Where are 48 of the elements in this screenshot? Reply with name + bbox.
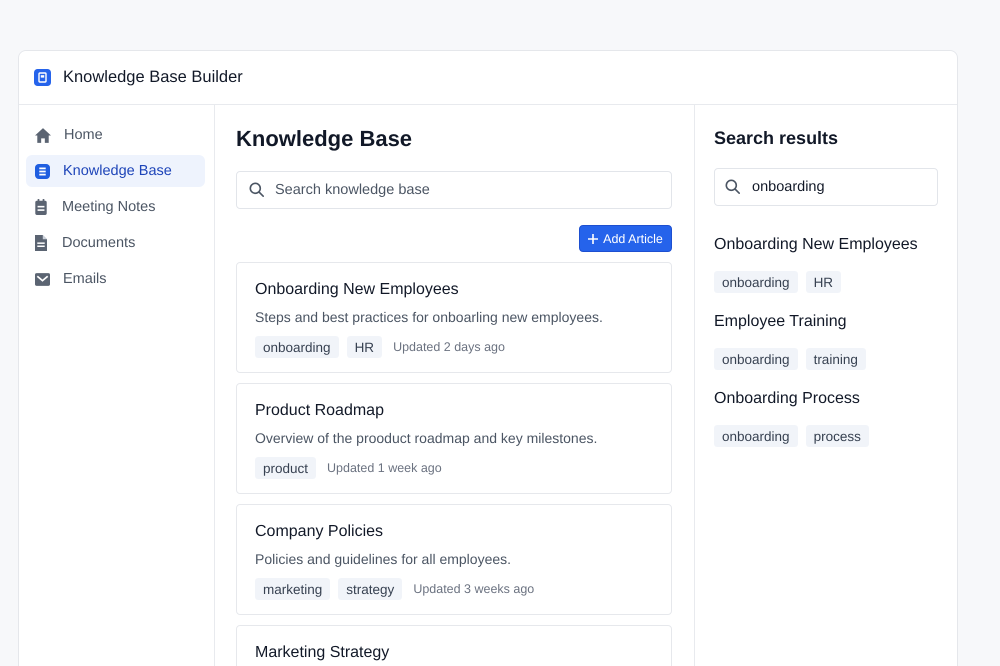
article-title: Onboarding New Employees [255,280,460,300]
sidebar-item[interactable]: Meeting Notes [26,191,205,223]
sidebar-item[interactable]: Documents [26,227,205,259]
sidebar-item[interactable]: Knowledge Base [26,155,205,187]
article-card[interactable]: Marketing Strategy [236,625,672,666]
tag[interactable]: training [806,348,866,370]
envelope-icon [35,272,50,286]
article-description: Policies and guidelines for all employees. [255,550,512,569]
tag[interactable]: HR [806,271,842,293]
tag[interactable]: marketing [255,578,330,600]
search-icon [725,179,740,194]
updated-time: Updated 3 weeks ago [413,582,534,596]
search-field[interactable]: Search knowledge base [236,171,672,209]
article-title: Marketing Strategy [255,643,390,663]
article-card[interactable]: Company Policies Policies and guidelines for all employees. marketing strategy Updated 3 weeks ago [236,504,672,615]
tag[interactable]: product [255,457,316,479]
panel-title: Search results [714,127,840,150]
result-title[interactable]: Employee Training [714,312,938,332]
result-title[interactable]: Onboarding New Employees [714,235,938,255]
home-icon [35,128,51,142]
sidebar-item[interactable]: Home [26,119,205,151]
document-icon [35,235,47,251]
tag[interactable]: onboarding [714,271,798,293]
result-title[interactable]: Onboarding Process [714,389,938,409]
tag[interactable]: process [806,425,869,447]
tag[interactable]: onboarding [714,348,798,370]
updated-time: Updated 1 week ago [327,461,442,475]
search-field[interactable]: onboarding [714,168,938,206]
app-logo-icon [34,69,51,86]
page-title: Knowledge Base [236,125,414,153]
article-title: Company Policies [255,522,384,542]
add-article-button[interactable]: Add Article [579,225,672,252]
tag[interactable]: strategy [338,578,402,600]
search-icon [249,182,264,197]
tag[interactable]: onboarding [714,425,798,447]
article-title: Product Roadmap [255,401,385,421]
sidebar-item[interactable]: Emails [26,263,205,295]
notepad-icon [35,199,47,215]
app-title: Knowledge Base Builder [63,68,243,87]
article-description: Steps and best practices for onboarling new employees. [255,308,604,327]
article-description: Overview of the prooduct roadmap and key milestones. [255,429,598,448]
updated-time: Updated 2 days ago [393,340,505,354]
plus-icon [588,234,598,244]
list-icon [35,164,50,178]
article-card[interactable]: Onboarding New Employees Steps and best practices for onboarling new employees. onboarding HR Updated 2 days ago [236,262,672,373]
article-card[interactable]: Product Roadmap Overview of the prooduct roadmap and key milestones. product Updated 1 week ago [236,383,672,494]
tag[interactable]: HR [346,336,382,358]
tag[interactable]: onboarding [255,336,339,358]
